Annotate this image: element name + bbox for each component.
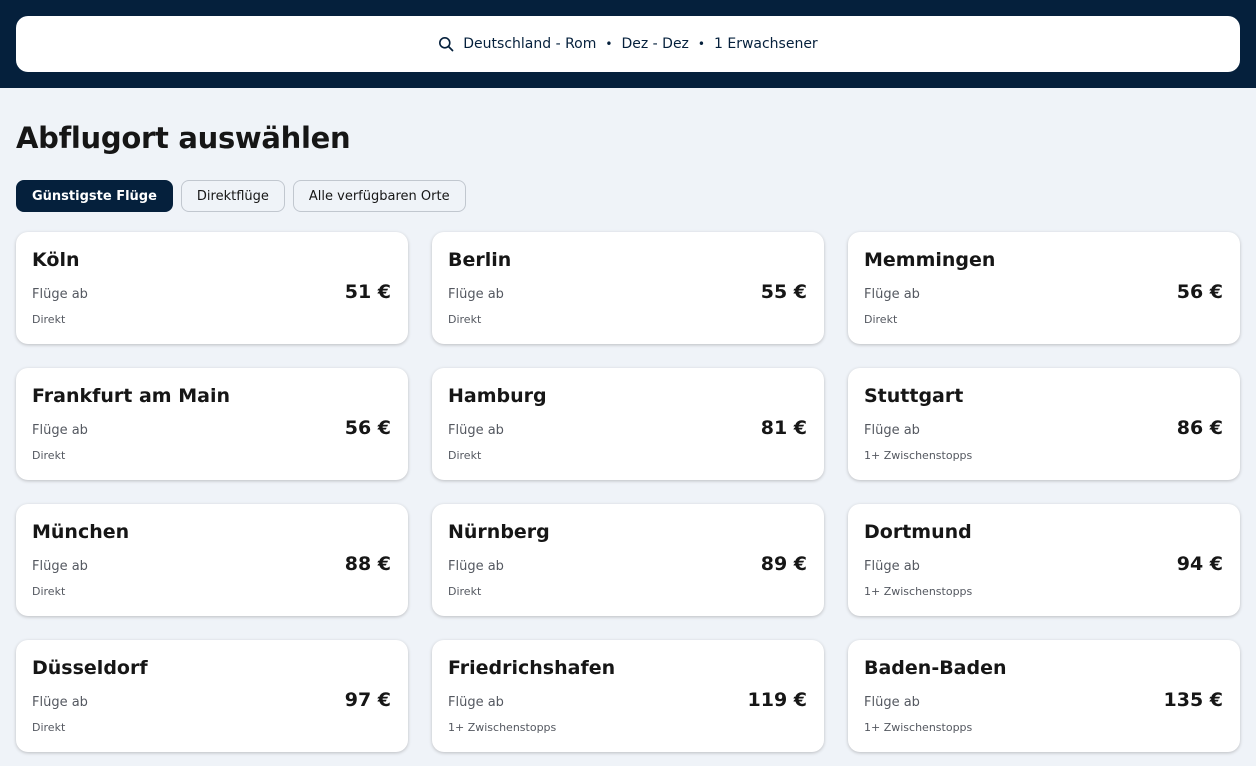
card-stops: Direkt — [32, 313, 66, 326]
card-city: Köln — [32, 249, 80, 271]
filter-chips: Günstigste Flüge Direktflüge Alle verfüg… — [16, 180, 466, 212]
card-price: 94 € — [1176, 553, 1223, 575]
card-from-label: Flüge ab — [864, 559, 920, 574]
card-price: 51 € — [344, 281, 391, 303]
result-card-koeln[interactable]: Köln Flüge ab 51 € Direkt — [16, 232, 408, 344]
card-stops: 1+ Zwischenstopps — [864, 721, 973, 734]
card-city: Stuttgart — [864, 385, 964, 407]
card-price: 88 € — [344, 553, 391, 575]
card-stops: 1+ Zwischenstopps — [864, 449, 973, 462]
card-price: 56 € — [344, 417, 391, 439]
card-from-label: Flüge ab — [448, 287, 504, 302]
top-bar: Deutschland - Rom • Dez - Dez • 1 Erwach… — [0, 0, 1256, 88]
card-stops: 1+ Zwischenstopps — [864, 585, 973, 598]
card-from-label: Flüge ab — [448, 423, 504, 438]
result-card-frankfurt[interactable]: Frankfurt am Main Flüge ab 56 € Direkt — [16, 368, 408, 480]
card-from-label: Flüge ab — [32, 423, 88, 438]
result-card-nuernberg[interactable]: Nürnberg Flüge ab 89 € Direkt — [432, 504, 824, 616]
card-stops: Direkt — [448, 313, 482, 326]
search-separator: • — [605, 37, 613, 51]
search-passengers: 1 Erwachsener — [713, 36, 818, 52]
card-from-label: Flüge ab — [864, 423, 920, 438]
search-summary-bar[interactable]: Deutschland - Rom • Dez - Dez • 1 Erwach… — [16, 16, 1240, 72]
search-icon — [438, 36, 454, 52]
filter-all-locations[interactable]: Alle verfügbaren Orte — [292, 180, 466, 212]
card-city: Hamburg — [448, 385, 547, 407]
result-card-friedrichshafen[interactable]: Friedrichshafen Flüge ab 119 € 1+ Zwisch… — [432, 640, 824, 752]
card-price: 97 € — [344, 689, 391, 711]
card-stops: Direkt — [448, 585, 482, 598]
result-card-muenchen[interactable]: München Flüge ab 88 € Direkt — [16, 504, 408, 616]
card-from-label: Flüge ab — [864, 695, 920, 710]
card-city: Baden-Baden — [864, 657, 1007, 679]
card-stops: 1+ Zwischenstopps — [448, 721, 557, 734]
card-from-label: Flüge ab — [864, 287, 920, 302]
results-grid: Köln Flüge ab 51 € Direkt Berlin Flüge a… — [16, 232, 1240, 752]
card-city: Nürnberg — [448, 521, 550, 543]
card-from-label: Flüge ab — [32, 695, 88, 710]
result-card-duesseldorf[interactable]: Düsseldorf Flüge ab 97 € Direkt — [16, 640, 408, 752]
card-stops: Direkt — [32, 449, 66, 462]
card-price: 135 € — [1163, 689, 1224, 711]
result-card-dortmund[interactable]: Dortmund Flüge ab 94 € 1+ Zwischenstopps — [848, 504, 1240, 616]
card-price: 119 € — [747, 689, 808, 711]
card-from-label: Flüge ab — [32, 287, 88, 302]
result-card-stuttgart[interactable]: Stuttgart Flüge ab 86 € 1+ Zwischenstopp… — [848, 368, 1240, 480]
card-city: München — [32, 521, 130, 543]
filter-cheapest[interactable]: Günstigste Flüge — [16, 180, 173, 212]
card-city: Düsseldorf — [32, 657, 148, 679]
card-price: 56 € — [1176, 281, 1223, 303]
card-from-label: Flüge ab — [448, 695, 504, 710]
filter-direct[interactable]: Direktflüge — [180, 180, 285, 212]
card-price: 55 € — [760, 281, 807, 303]
search-separator: • — [697, 37, 705, 51]
card-from-label: Flüge ab — [32, 559, 88, 574]
result-card-hamburg[interactable]: Hamburg Flüge ab 81 € Direkt — [432, 368, 824, 480]
page-title: Abflugort auswählen — [16, 121, 351, 155]
card-stops: Direkt — [864, 313, 898, 326]
search-route: Deutschland - Rom — [463, 36, 597, 52]
card-stops: Direkt — [32, 585, 66, 598]
card-price: 89 € — [760, 553, 807, 575]
card-stops: Direkt — [32, 721, 66, 734]
card-city: Dortmund — [864, 521, 972, 543]
result-card-berlin[interactable]: Berlin Flüge ab 55 € Direkt — [432, 232, 824, 344]
card-stops: Direkt — [448, 449, 482, 462]
result-card-memmingen[interactable]: Memmingen Flüge ab 56 € Direkt — [848, 232, 1240, 344]
card-from-label: Flüge ab — [448, 559, 504, 574]
search-dates: Dez - Dez — [621, 36, 689, 52]
card-city: Friedrichshafen — [448, 657, 616, 679]
card-price: 86 € — [1176, 417, 1223, 439]
result-card-baden-baden[interactable]: Baden-Baden Flüge ab 135 € 1+ Zwischenst… — [848, 640, 1240, 752]
card-price: 81 € — [760, 417, 807, 439]
card-city: Memmingen — [864, 249, 996, 271]
card-city: Berlin — [448, 249, 512, 271]
card-city: Frankfurt am Main — [32, 385, 230, 407]
